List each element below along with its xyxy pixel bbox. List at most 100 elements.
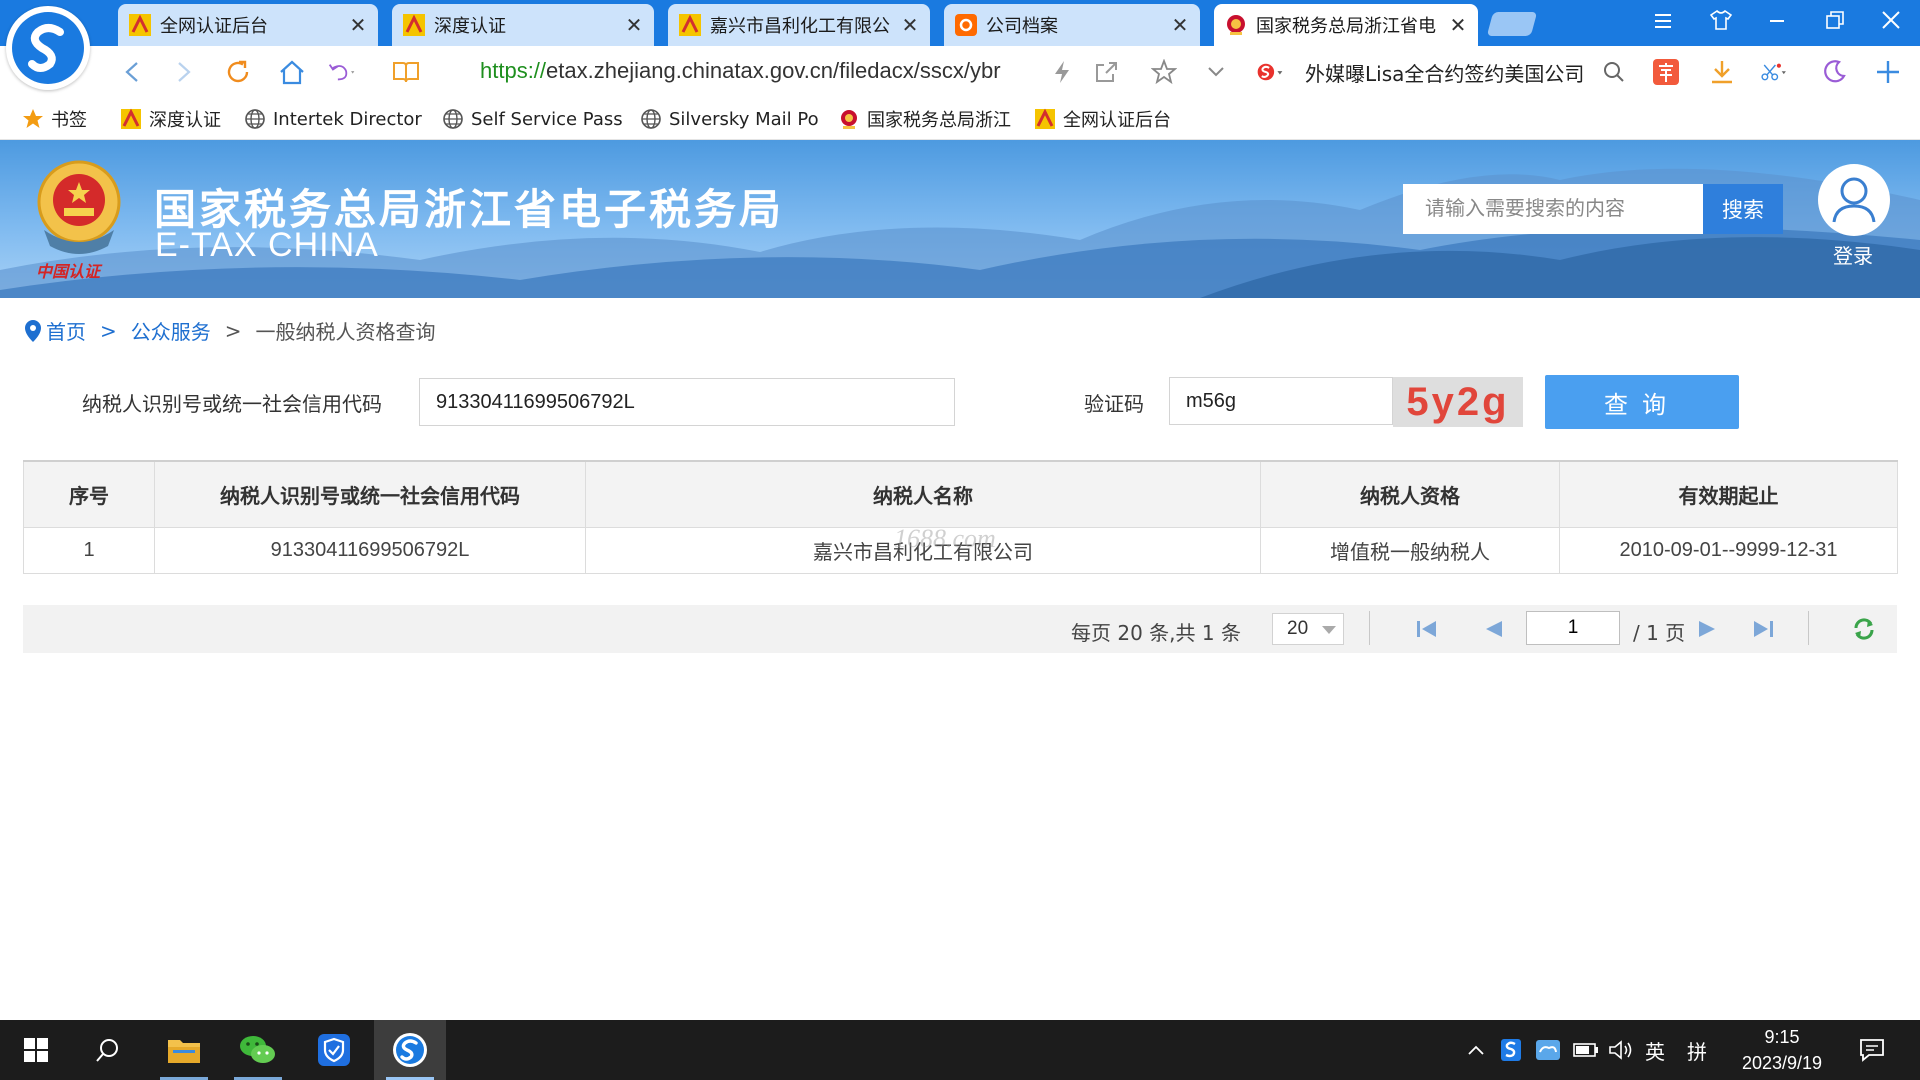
certification-favicon-icon: [679, 14, 701, 36]
captcha-image[interactable]: 5y2g: [1393, 377, 1523, 427]
next-page-button[interactable]: [1695, 617, 1721, 641]
last-page-button[interactable]: [1750, 617, 1776, 641]
download-icon[interactable]: [1708, 58, 1736, 86]
results-table: 序号 纳税人识别号或统一社会信用代码 纳税人名称 纳税人资格 有效期起止 1 9…: [23, 460, 1898, 574]
windows-start-button[interactable]: [0, 1020, 72, 1080]
prev-page-button[interactable]: [1480, 617, 1506, 641]
night-mode-moon-icon[interactable]: [1820, 58, 1848, 86]
taskbar-sogou-browser-active[interactable]: [374, 1020, 446, 1080]
favorite-star-icon[interactable]: [1150, 58, 1178, 86]
tray-volume-icon[interactable]: [1606, 1036, 1636, 1064]
bookmark-item[interactable]: Intertek Director: [244, 106, 422, 132]
lightning-speed-icon[interactable]: [1048, 58, 1076, 86]
tray-ime-language[interactable]: 英: [1640, 1036, 1670, 1064]
page-total: / 1 页: [1633, 621, 1686, 645]
search-engine-sogou-icon[interactable]: [1256, 58, 1284, 86]
taxid-input[interactable]: [419, 378, 955, 426]
search-icon[interactable]: [1600, 58, 1628, 86]
bookmark-item[interactable]: 全网认证后台: [1034, 106, 1171, 132]
cell-index: 1: [23, 526, 155, 574]
hot-search-suggestion[interactable]: 外媒曝Lisa全合约签约美国公司: [1305, 58, 1584, 87]
globe-icon: [641, 109, 661, 129]
browser-tab-5-active[interactable]: 国家税务总局浙江省电 ✕: [1214, 4, 1478, 46]
close-window-icon[interactable]: [1876, 10, 1906, 34]
back-icon[interactable]: [118, 58, 146, 86]
add-plus-icon[interactable]: [1874, 58, 1902, 86]
site-search-input[interactable]: [1403, 184, 1703, 234]
undo-close-tab-icon[interactable]: [328, 58, 356, 86]
page-number-input[interactable]: [1526, 611, 1620, 645]
last-page-icon: [1754, 621, 1773, 637]
address-bar[interactable]: https://etax.zhejiang.chinatax.gov.cn/fi…: [480, 58, 1030, 84]
breadcrumb-section-link[interactable]: 公众服务: [131, 316, 211, 345]
cell-name: 嘉兴市昌利化工有限公司: [585, 526, 1261, 574]
skin-shirt-icon[interactable]: [1706, 9, 1736, 35]
home-icon[interactable]: [278, 58, 306, 86]
forward-icon[interactable]: [170, 58, 198, 86]
browser-tab-4[interactable]: 公司档案 ✕: [944, 4, 1200, 46]
bookmark-item[interactable]: 国家税务总局浙江: [838, 106, 1011, 132]
column-header-validity: 有效期起止: [1559, 460, 1898, 528]
share-icon[interactable]: [1092, 58, 1120, 86]
tab-close-icon[interactable]: ✕: [348, 13, 368, 37]
login-avatar-icon[interactable]: [1818, 164, 1890, 236]
bookmark-label: 深度认证: [149, 110, 221, 131]
tab-close-icon[interactable]: ✕: [1170, 13, 1190, 37]
screenshot-scissors-icon[interactable]: [1760, 58, 1788, 86]
translate-icon[interactable]: [1652, 58, 1680, 86]
prev-page-icon: [1486, 621, 1502, 637]
tax-emblem-favicon-icon: [841, 110, 857, 129]
bookmark-item[interactable]: 深度认证: [120, 106, 221, 132]
first-page-button[interactable]: [1414, 617, 1440, 641]
clock-date: 2023/9/19: [1741, 1053, 1823, 1073]
tray-sogou-ime-icon[interactable]: [1498, 1036, 1524, 1064]
breadcrumb: 首页 > 公众服务 > 一般纳税人资格查询: [24, 316, 436, 345]
column-header-index: 序号: [23, 460, 155, 528]
bookmark-item[interactable]: Self Service Pass: [442, 106, 623, 132]
reading-mode-icon[interactable]: [392, 58, 420, 86]
new-tab-button[interactable]: [1486, 12, 1538, 36]
table-header-row: 序号 纳税人识别号或统一社会信用代码 纳税人名称 纳税人资格 有效期起止: [23, 460, 1898, 528]
tray-cloud-sync-icon[interactable]: [1534, 1036, 1562, 1064]
tray-ime-mode[interactable]: 拼: [1682, 1036, 1712, 1064]
tab-title: 公司档案: [986, 16, 1058, 37]
browser-tab-3[interactable]: 嘉兴市昌利化工有限公 ✕: [668, 4, 930, 46]
tray-show-hidden-icon[interactable]: [1464, 1036, 1488, 1064]
bookmark-item[interactable]: Silversky Mail Po: [640, 106, 819, 132]
bookmark-label: 国家税务总局浙江: [867, 110, 1011, 131]
globe-icon: [245, 109, 265, 129]
address-dropdown-icon[interactable]: [1202, 58, 1230, 86]
taskbar-clock[interactable]: 9:15 2023/9/19: [1732, 1024, 1832, 1076]
bookmark-label: 全网认证后台: [1063, 110, 1171, 131]
site-search-button[interactable]: 搜索: [1703, 184, 1783, 234]
tab-close-icon[interactable]: ✕: [900, 13, 920, 37]
refresh-list-button[interactable]: [1851, 617, 1877, 641]
taskbar-wechat[interactable]: [222, 1020, 294, 1080]
globe-icon: [443, 109, 463, 129]
tray-battery-icon[interactable]: [1572, 1036, 1600, 1064]
bookmark-item[interactable]: 书签: [22, 106, 87, 132]
tab-close-icon[interactable]: ✕: [624, 13, 644, 37]
bookmarks-bar: 书签 深度认证 Intertek Director Self Service P…: [0, 96, 1920, 140]
breadcrumb-home-link[interactable]: 首页: [46, 316, 86, 345]
taskbar-file-explorer[interactable]: [148, 1020, 220, 1080]
taskbar-shield-app[interactable]: [298, 1020, 370, 1080]
browser-tab-2[interactable]: 深度认证 ✕: [392, 4, 654, 46]
file-explorer-icon: [168, 1040, 200, 1063]
page-size-select[interactable]: 20: [1272, 613, 1344, 645]
tab-title: 嘉兴市昌利化工有限公: [710, 16, 890, 37]
restore-icon[interactable]: [1820, 10, 1850, 34]
taskbar-search-button[interactable]: [72, 1020, 144, 1080]
sogou-browser-logo-icon[interactable]: [6, 6, 90, 90]
minimize-icon[interactable]: [1762, 10, 1792, 34]
menu-icon[interactable]: [1648, 10, 1678, 34]
query-button[interactable]: 查询: [1545, 375, 1739, 429]
column-header-name: 纳税人名称: [585, 460, 1261, 528]
login-link[interactable]: 登录: [1833, 240, 1873, 269]
browser-tab-1[interactable]: 全网认证后台 ✕: [118, 4, 378, 46]
tab-close-icon[interactable]: ✕: [1448, 13, 1468, 37]
taxid-label: 纳税人识别号或统一社会信用代码: [82, 392, 382, 416]
refresh-icon[interactable]: [224, 58, 252, 86]
notification-center-icon[interactable]: [1856, 1036, 1888, 1064]
captcha-input[interactable]: [1169, 377, 1393, 425]
